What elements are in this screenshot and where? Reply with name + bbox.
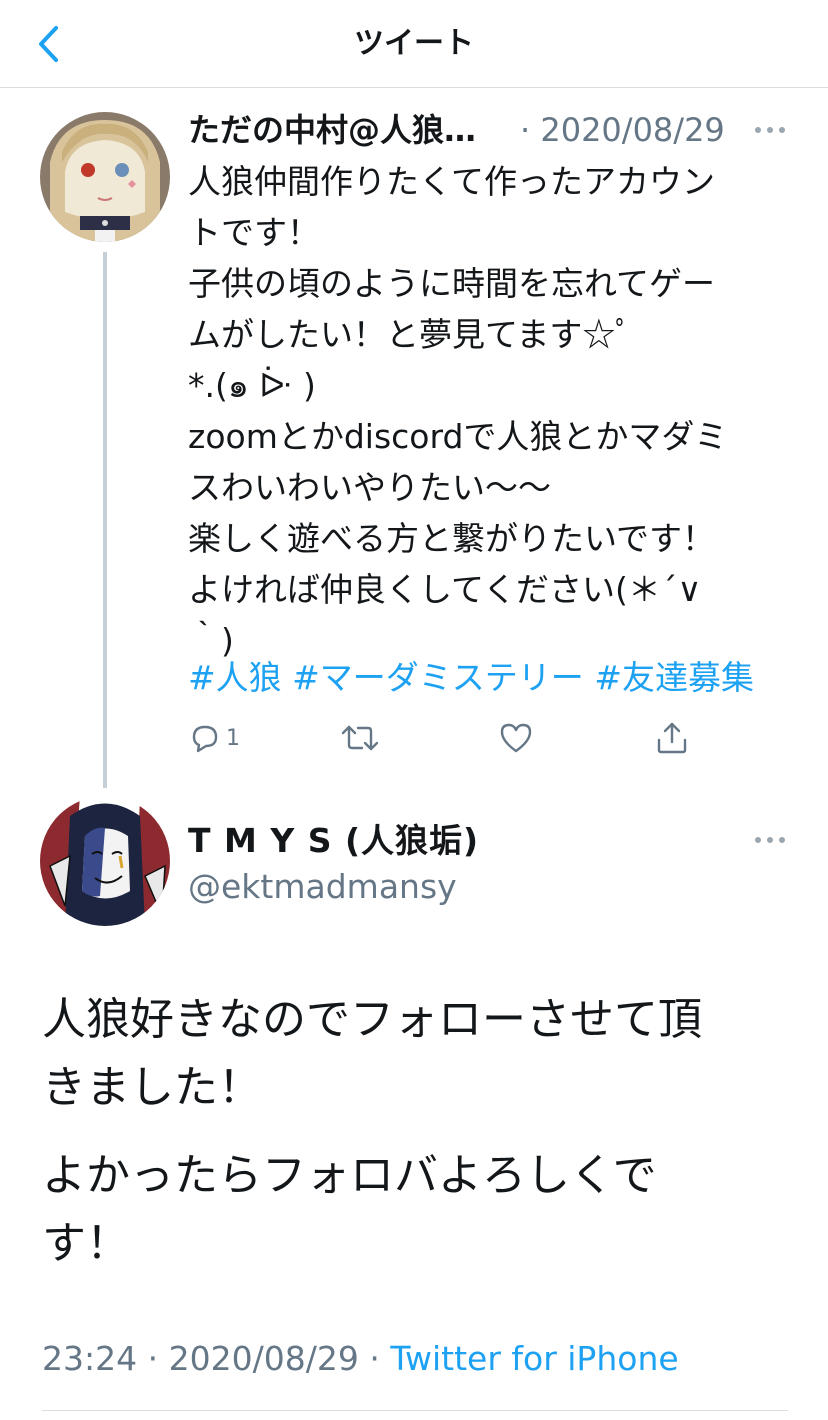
tweet-text-line: よければ仲良くしてください(＊´∨ <box>188 570 702 609</box>
tweet-text-line: よかったらフォロバよろしくで <box>42 1150 657 1201</box>
divider <box>42 1410 788 1411</box>
hashtag-list: #人狼 #マーダミステリー #友達募集 <box>188 654 754 702</box>
tweet-text-line: zoomとかdiscordで人狼とかマダミ <box>188 417 728 456</box>
tweet-full-date: 2020/08/29 <box>168 1339 359 1378</box>
share-button[interactable] <box>654 716 690 760</box>
tweet-text-line: *.(๑ ᐕ ) <box>188 366 316 405</box>
more-options-button[interactable] <box>752 118 788 142</box>
meta-separator: · <box>369 1339 380 1378</box>
tweet-text-line: 人狼好きなのでフォローさせて頂 <box>42 994 702 1045</box>
thread-connector-line <box>103 252 107 788</box>
tweet-text-line: 楽しく遊べる方と繋がりたいです！ <box>188 519 716 558</box>
tweet-author-name[interactable]: T M Y S (人狼垢) <box>188 818 479 864</box>
tweet-text-line: スわいわいやりたい〜〜 <box>188 468 551 507</box>
retweet-button[interactable] <box>340 716 380 760</box>
tweet-text-line: きました！ <box>42 1062 262 1113</box>
retweet-icon <box>341 725 379 751</box>
more-dots-icon <box>755 127 785 133</box>
tweet-metadata: 23:24 · 2020/08/29 · Twitter for iPhone <box>42 1336 679 1382</box>
reply-button[interactable]: 1 <box>188 716 240 760</box>
more-options-button[interactable] <box>752 828 788 852</box>
navigation-header: ツイート <box>0 0 828 88</box>
meta-separator: · <box>147 1339 159 1378</box>
reply-icon <box>192 725 218 753</box>
hashtag-link[interactable]: #マーダミステリー <box>292 658 584 697</box>
tweet-text-line: 人狼仲間作りたくて作ったアカウン <box>188 162 716 201</box>
tweet-author-handle[interactable]: @ektmadmansy <box>188 864 457 910</box>
tweet-author-name[interactable]: ただの中村@人狼… <box>188 108 508 152</box>
avatar[interactable] <box>40 796 170 926</box>
hashtag-link[interactable]: #人狼 <box>188 658 282 697</box>
reply-count: 1 <box>226 725 240 751</box>
page-title: ツイート <box>354 26 474 61</box>
avatar[interactable] <box>40 112 170 242</box>
tweet-text-line: ムがしたい！と夢見てます☆ﾟ <box>188 315 632 354</box>
heart-icon <box>500 723 532 753</box>
tweet-text-line: トです！ <box>188 213 320 252</box>
tweet-action-bar: 1 <box>188 716 748 760</box>
tweet-date: · 2020/08/29 <box>520 111 725 149</box>
tweet-text: 人狼仲間作りたくて作ったアカウン トです！ 子供の頃のように時間を忘れてゲー ム… <box>188 156 778 666</box>
hashtag-link[interactable]: #友達募集 <box>594 658 754 697</box>
tweet-text-line: 子供の頃のように時間を忘れてゲー <box>188 264 716 303</box>
share-icon <box>657 722 687 754</box>
more-dots-icon <box>755 837 785 843</box>
tweet-time: 23:24 <box>42 1339 138 1378</box>
tweet-text-line: す！ <box>42 1218 130 1269</box>
tweet-source-link[interactable]: Twitter for iPhone <box>390 1339 678 1378</box>
tweet-text: 人狼好きなのでフォローさせて頂 きました！ よかったらフォロバよろしくで す！ <box>42 986 802 1278</box>
like-button[interactable] <box>498 716 534 760</box>
